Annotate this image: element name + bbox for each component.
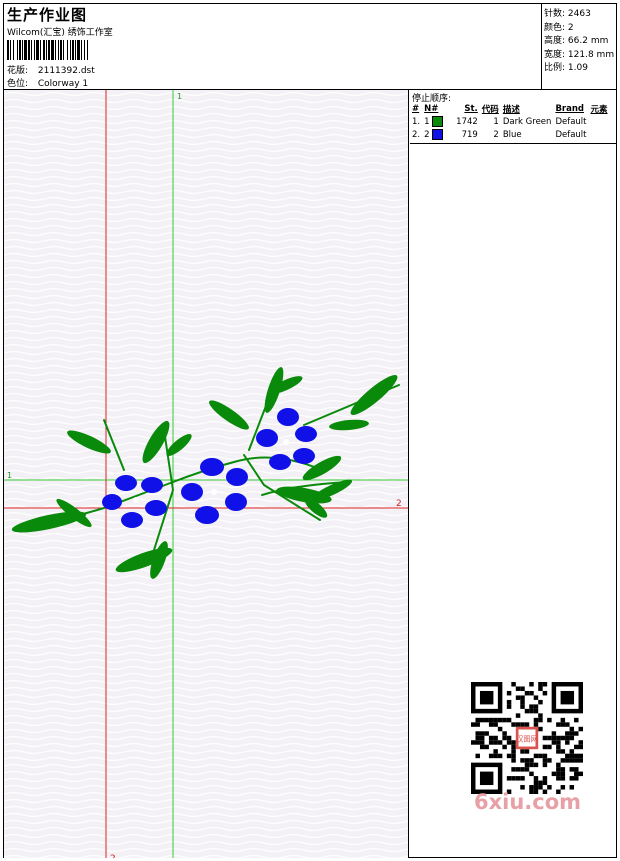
svg-text:汉图网: 汉图网 bbox=[516, 735, 537, 744]
row-desc: Dark Green bbox=[502, 116, 552, 127]
row-brand: Default bbox=[555, 116, 587, 127]
stat-stitches: 针数: 2463 bbox=[544, 6, 616, 20]
row-code: 2 bbox=[493, 129, 499, 140]
stat-scale: 比例: 1.09 bbox=[544, 60, 616, 74]
colorway-label: 色位: bbox=[7, 79, 29, 89]
design-canvas[interactable]: 1 1 2 2 bbox=[4, 90, 409, 858]
design-value: 2111392.dst bbox=[37, 66, 95, 76]
color-swatch-green bbox=[432, 116, 444, 127]
colorway-line: 色位: Colorway 1 bbox=[7, 76, 88, 89]
guide-label-h-red: 2 bbox=[396, 499, 402, 509]
stat-colors-label: 颜色: bbox=[544, 22, 566, 33]
stat-height-label: 高度: bbox=[544, 36, 566, 46]
col-brand: Brand bbox=[555, 103, 584, 114]
colorway-value: Colorway 1 bbox=[37, 79, 89, 89]
stat-width: 宽度: 121.8 mm bbox=[544, 47, 616, 61]
stat-stitches-value: 2463 bbox=[567, 9, 591, 19]
row-n: 2 bbox=[422, 128, 450, 141]
table-row[interactable]: 1. 1 1742 1 Dark Green Default bbox=[410, 115, 610, 128]
guide-label-v-green: 1 bbox=[177, 92, 182, 101]
row-desc: Blue bbox=[502, 129, 522, 140]
legend-header-row: # N# St. 代码 描述 Brand 元素 bbox=[410, 102, 610, 115]
row-stitches: 719 bbox=[461, 129, 478, 140]
col-element: 元素 bbox=[590, 104, 608, 115]
row-brand: Default bbox=[555, 129, 587, 140]
design-label: 花版: bbox=[7, 66, 29, 76]
stat-width-value: 121.8 mm bbox=[567, 49, 615, 60]
guide-label-v-red: 2 bbox=[110, 854, 116, 858]
col-n: N# bbox=[424, 103, 439, 114]
row-code: 1 bbox=[493, 116, 499, 127]
guide-label-h-green: 1 bbox=[7, 471, 12, 480]
header: 生产作业图 Wilcom(汇宝) 绣饰工作室 花版: 2111392.dst 色… bbox=[4, 4, 616, 90]
barcode bbox=[7, 40, 144, 60]
embroidery-preview: 1 1 2 2 bbox=[4, 90, 408, 858]
stat-colors-value: 2 bbox=[567, 22, 574, 33]
row-num: 2. bbox=[412, 129, 421, 140]
row-element bbox=[589, 128, 610, 141]
row-stitches: 1742 bbox=[456, 116, 478, 127]
stat-scale-value: 1.09 bbox=[567, 63, 588, 73]
stats-panel: 针数: 2463 颜色: 2 高度: 66.2 mm 宽度: 121.8 mm … bbox=[541, 4, 616, 89]
stat-colors: 颜色: 2 bbox=[544, 20, 616, 34]
row-num: 1. bbox=[412, 116, 421, 127]
row-n: 1 bbox=[422, 115, 450, 128]
col-code: 代码 bbox=[481, 104, 499, 115]
col-num: # bbox=[412, 103, 420, 114]
design-file-line: 花版: 2111392.dst bbox=[7, 63, 95, 76]
stop-sequence-table: # N# St. 代码 描述 Brand 元素 1. 1 1742 1 Dark… bbox=[410, 102, 610, 141]
stat-height-value: 66.2 mm bbox=[567, 36, 609, 46]
stat-width-label: 宽度: bbox=[544, 49, 566, 60]
production-sheet: 生产作业图 Wilcom(汇宝) 绣饰工作室 花版: 2111392.dst 色… bbox=[3, 3, 617, 858]
stat-height: 高度: 66.2 mm bbox=[544, 33, 616, 47]
table-row[interactable]: 2. 2 719 2 Blue Default bbox=[410, 128, 610, 141]
sheet-title: 生产作业图 bbox=[7, 6, 88, 24]
stat-scale-label: 比例: bbox=[544, 63, 566, 73]
color-swatch-blue bbox=[432, 129, 444, 140]
col-stitches: St. bbox=[464, 103, 478, 114]
row-element bbox=[589, 115, 610, 128]
stat-stitches-label: 针数: bbox=[544, 9, 566, 19]
stop-sequence-panel: 停止顺序: # N# St. 代码 描述 Brand 元素 1. 1 1742 bbox=[410, 90, 616, 144]
col-desc: 描述 bbox=[502, 104, 520, 115]
watermark-text: 6xiu.com bbox=[474, 790, 582, 814]
company-name: Wilcom(汇宝) 绣饰工作室 bbox=[7, 28, 113, 38]
qr-code: 汉图网 bbox=[471, 682, 583, 794]
